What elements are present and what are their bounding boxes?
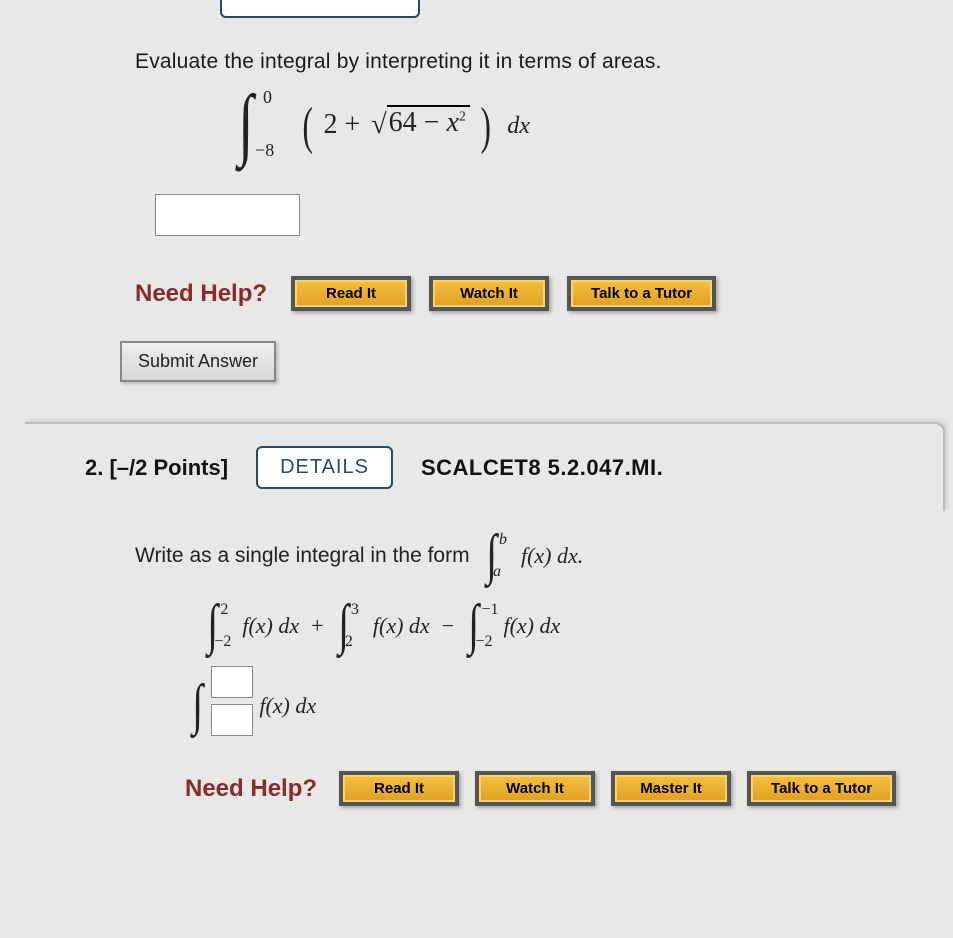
answer-lower-input[interactable] — [211, 704, 253, 736]
q2-number-points: 2. [–/2 Points] — [85, 455, 228, 481]
q2-prompt-line: Write as a single integral in the form ∫… — [135, 531, 943, 581]
q1-integral: ∫ 0 −8 ( 2 + √ 64 − x2 ) dx — [235, 89, 943, 169]
t2-lower: 2 — [345, 633, 353, 651]
upper-limit: 0 — [263, 87, 272, 108]
form-integrand: f(x) dx. — [521, 543, 583, 569]
term3: ∫ −1 −2 f(x) dx — [466, 601, 560, 651]
minus: − — [442, 613, 454, 639]
t1-integrand: f(x) dx — [242, 613, 299, 639]
radicand-x: x — [446, 107, 458, 138]
q2-answer-row: ∫ f(x) dx — [190, 676, 943, 736]
dx: dx — [507, 113, 530, 139]
t1-lower: −2 — [214, 633, 231, 651]
q2-prompt: Write as a single integral in the form — [135, 544, 470, 568]
radicand-64: 64 — [389, 107, 417, 138]
integral-limits: 0 −8 — [263, 89, 293, 159]
master-it-button[interactable]: Master It — [611, 771, 731, 806]
lower-limit: −8 — [255, 140, 274, 161]
watch-it-button-q2[interactable]: Watch It — [475, 771, 595, 806]
term2: ∫ 3 2 f(x) dx — [336, 601, 430, 651]
q2-header: 2. [–/2 Points] DETAILS SCALCET8 5.2.047… — [25, 422, 945, 511]
q2-number: 2. — [85, 455, 103, 480]
t3-integrand: f(x) dx — [503, 613, 560, 639]
watch-it-button[interactable]: Watch It — [429, 276, 549, 311]
t2-upper: 3 — [351, 601, 359, 619]
page: Evaluate the integral by interpreting it… — [0, 0, 953, 938]
integral-symbol: ∫ — [238, 92, 253, 156]
need-help-label: Need Help? — [135, 280, 267, 308]
radicand-exp: 2 — [459, 110, 466, 125]
const-two: 2 — [324, 109, 338, 140]
q1-answer-input[interactable] — [155, 194, 300, 236]
q1-prompt: Evaluate the integral by interpreting it… — [135, 50, 943, 74]
t1-upper: 2 — [220, 601, 228, 619]
read-it-button[interactable]: Read It — [291, 276, 411, 311]
t3-lower: −2 — [475, 633, 492, 651]
content-area: Evaluate the integral by interpreting it… — [85, 30, 943, 806]
q2-form-integral: ∫ b a f(x) dx. — [484, 531, 584, 581]
need-help-label-q2: Need Help? — [185, 775, 317, 803]
q2-expression: ∫ 2 −2 f(x) dx + ∫ 3 2 f(x) dx − — [205, 601, 943, 651]
term1: ∫ 2 −2 f(x) dx — [205, 601, 299, 651]
q2-need-help-row: Need Help? Read It Watch It Master It Ta… — [185, 771, 943, 806]
q2-code: SCALCET8 5.2.047.MI. — [421, 455, 663, 481]
q2-body: Write as a single integral in the form ∫… — [135, 531, 943, 806]
t3-upper: −1 — [481, 601, 498, 619]
answer-integral: ∫ — [190, 686, 205, 725]
minus-sign: − — [424, 107, 440, 138]
talk-to-tutor-button[interactable]: Talk to a Tutor — [567, 276, 716, 311]
q1-need-help-row: Need Help? Read It Watch It Talk to a Tu… — [135, 276, 943, 311]
talk-to-tutor-button-q2[interactable]: Talk to a Tutor — [747, 771, 896, 806]
plus-sign: + — [345, 109, 361, 140]
q2-points: [–/2 Points] — [109, 455, 228, 480]
answer-upper-input[interactable] — [211, 666, 253, 698]
form-upper: b — [499, 531, 507, 549]
previous-answer-input[interactable] — [220, 0, 420, 18]
read-it-button-q2[interactable]: Read It — [339, 771, 459, 806]
submit-answer-button[interactable]: Submit Answer — [120, 341, 276, 382]
t2-integrand: f(x) dx — [373, 613, 430, 639]
answer-integrand: f(x) dx — [259, 693, 316, 719]
plus: + — [311, 613, 323, 639]
integrand: ( 2 + √ 64 − x2 ) dx — [299, 107, 530, 141]
sqrt: √ 64 − x2 — [367, 107, 470, 141]
details-button[interactable]: DETAILS — [256, 446, 393, 489]
answer-limits — [211, 666, 253, 736]
form-lower: a — [493, 563, 501, 581]
